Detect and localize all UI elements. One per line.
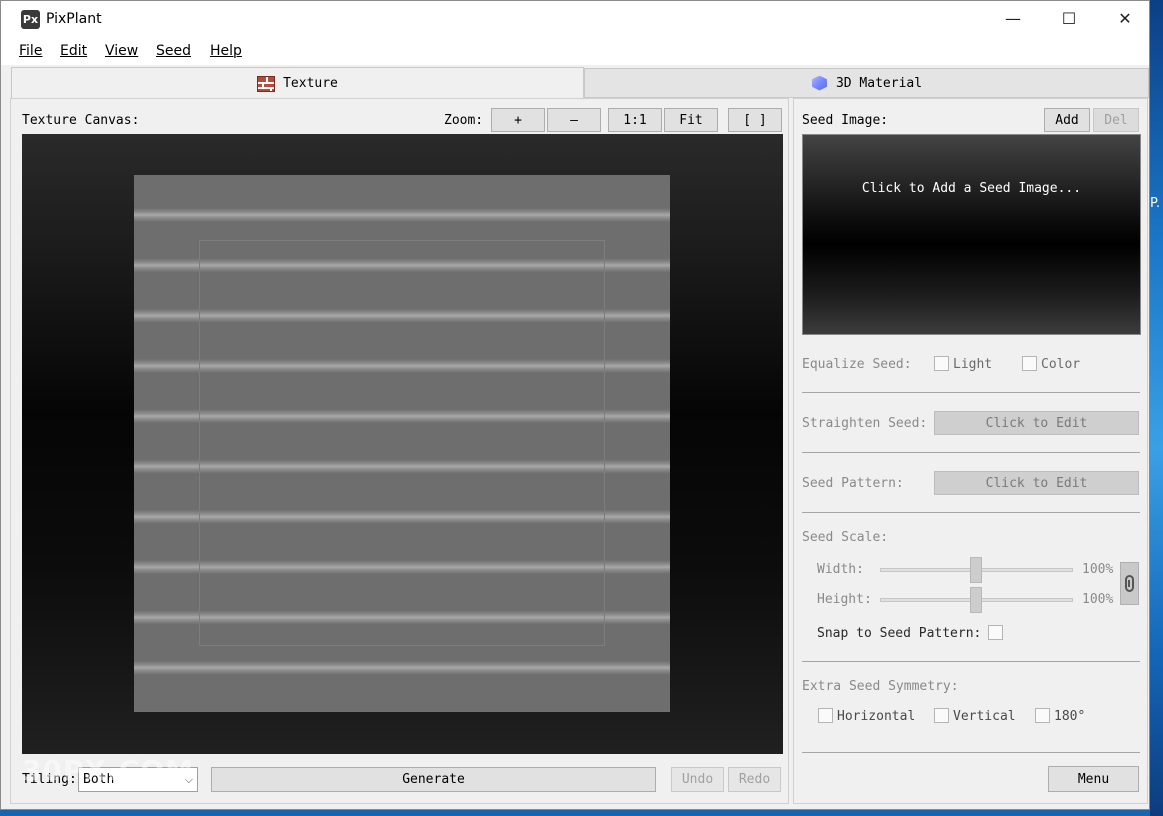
title-bar: Px PixPlant — ☐ ✕ — [1, 1, 1149, 37]
tab-texture-label: Texture — [283, 76, 338, 91]
close-button[interactable]: ✕ — [1097, 1, 1153, 37]
equalize-seed-label: Equalize Seed: — [802, 357, 912, 372]
redo-button[interactable]: Redo — [728, 767, 781, 792]
tab-3d-material[interactable]: 3D Material — [584, 68, 1149, 98]
maximize-button[interactable]: ☐ — [1041, 1, 1097, 37]
equalize-light-checkbox[interactable] — [934, 356, 949, 371]
menu-seed[interactable]: Seed — [156, 43, 191, 59]
tile-boundary — [199, 240, 605, 646]
app-icon: Px — [21, 10, 40, 29]
link-scale-button[interactable] — [1120, 562, 1139, 605]
height-label: Height: — [817, 592, 872, 607]
menu-button[interactable]: Menu — [1048, 766, 1139, 792]
seed-image-hint: Click to Add a Seed Image... — [861, 181, 1082, 196]
seed-image-area[interactable]: Click to Add a Seed Image... — [802, 134, 1141, 335]
seed-add-button[interactable]: Add — [1044, 108, 1090, 132]
tiling-select-value: Both — [83, 772, 115, 787]
menu-bar: File Edit View Seed Help — [1, 37, 1149, 65]
tab-texture[interactable]: Texture — [11, 67, 584, 99]
zoom-fit-button[interactable]: Fit — [664, 108, 718, 132]
width-label: Width: — [817, 562, 864, 577]
window-title: PixPlant — [46, 11, 102, 27]
symmetry-horizontal-label: Horizontal — [837, 709, 916, 724]
tab-3d-material-label: 3D Material — [835, 75, 923, 91]
snap-pattern-checkbox[interactable] — [988, 625, 1003, 640]
symmetry-180-checkbox[interactable] — [1035, 708, 1050, 723]
brick-icon — [257, 75, 276, 92]
straighten-edit-button[interactable]: Click to Edit — [934, 411, 1139, 435]
separator — [802, 752, 1140, 753]
width-value: 100% — [1082, 562, 1114, 577]
symmetry-label: Extra Seed Symmetry: — [802, 679, 959, 694]
height-slider-thumb[interactable] — [970, 587, 982, 613]
desktop-text-fragment: P. — [1150, 196, 1160, 211]
width-slider-thumb[interactable] — [970, 557, 982, 583]
texture-canvas-label: Texture Canvas: — [22, 113, 140, 128]
undo-button[interactable]: Undo — [671, 767, 724, 792]
symmetry-vertical-checkbox[interactable] — [934, 708, 949, 723]
height-value: 100% — [1082, 592, 1114, 607]
desktop-background — [1150, 0, 1163, 816]
zoom-label: Zoom: — [444, 113, 484, 128]
snap-pattern-label: Snap to Seed Pattern: — [817, 626, 982, 641]
tiling-select[interactable]: Both ⌵ — [78, 767, 198, 792]
seed-scale-label: Seed Scale: — [802, 530, 889, 545]
seed-image-label: Seed Image: — [802, 113, 889, 128]
generate-button[interactable]: Generate — [211, 767, 656, 792]
tiling-label: Tiling: — [22, 772, 77, 787]
zoom-actual-size-button[interactable]: 1:1 — [608, 108, 662, 132]
equalize-color-label: Color — [1041, 357, 1081, 372]
menu-help[interactable]: Help — [210, 43, 242, 59]
zoom-frame-button[interactable]: [ ] — [728, 108, 782, 132]
chevron-down-icon: ⌵ — [184, 773, 193, 786]
menu-view[interactable]: View — [105, 43, 138, 59]
chain-link-icon — [1125, 575, 1134, 592]
minimize-button[interactable]: — — [985, 1, 1041, 37]
seed-delete-button[interactable]: Del — [1093, 108, 1139, 132]
menu-edit[interactable]: Edit — [60, 43, 87, 59]
separator — [802, 392, 1140, 393]
zoom-in-button[interactable]: + — [491, 108, 545, 132]
equalize-color-checkbox[interactable] — [1022, 356, 1037, 371]
symmetry-vertical-label: Vertical — [953, 709, 1016, 724]
seed-pattern-label: Seed Pattern: — [802, 476, 904, 491]
symmetry-horizontal-checkbox[interactable] — [818, 708, 833, 723]
straighten-seed-label: Straighten Seed: — [802, 416, 928, 431]
menu-file[interactable]: File — [19, 43, 42, 59]
separator — [802, 452, 1140, 453]
seed-pattern-edit-button[interactable]: Click to Edit — [934, 471, 1139, 495]
cube-icon — [811, 75, 828, 92]
separator — [802, 661, 1140, 662]
equalize-light-label: Light — [953, 357, 993, 372]
zoom-out-button[interactable]: — — [547, 108, 601, 132]
separator — [802, 512, 1140, 513]
symmetry-180-label: 180° — [1054, 709, 1086, 724]
